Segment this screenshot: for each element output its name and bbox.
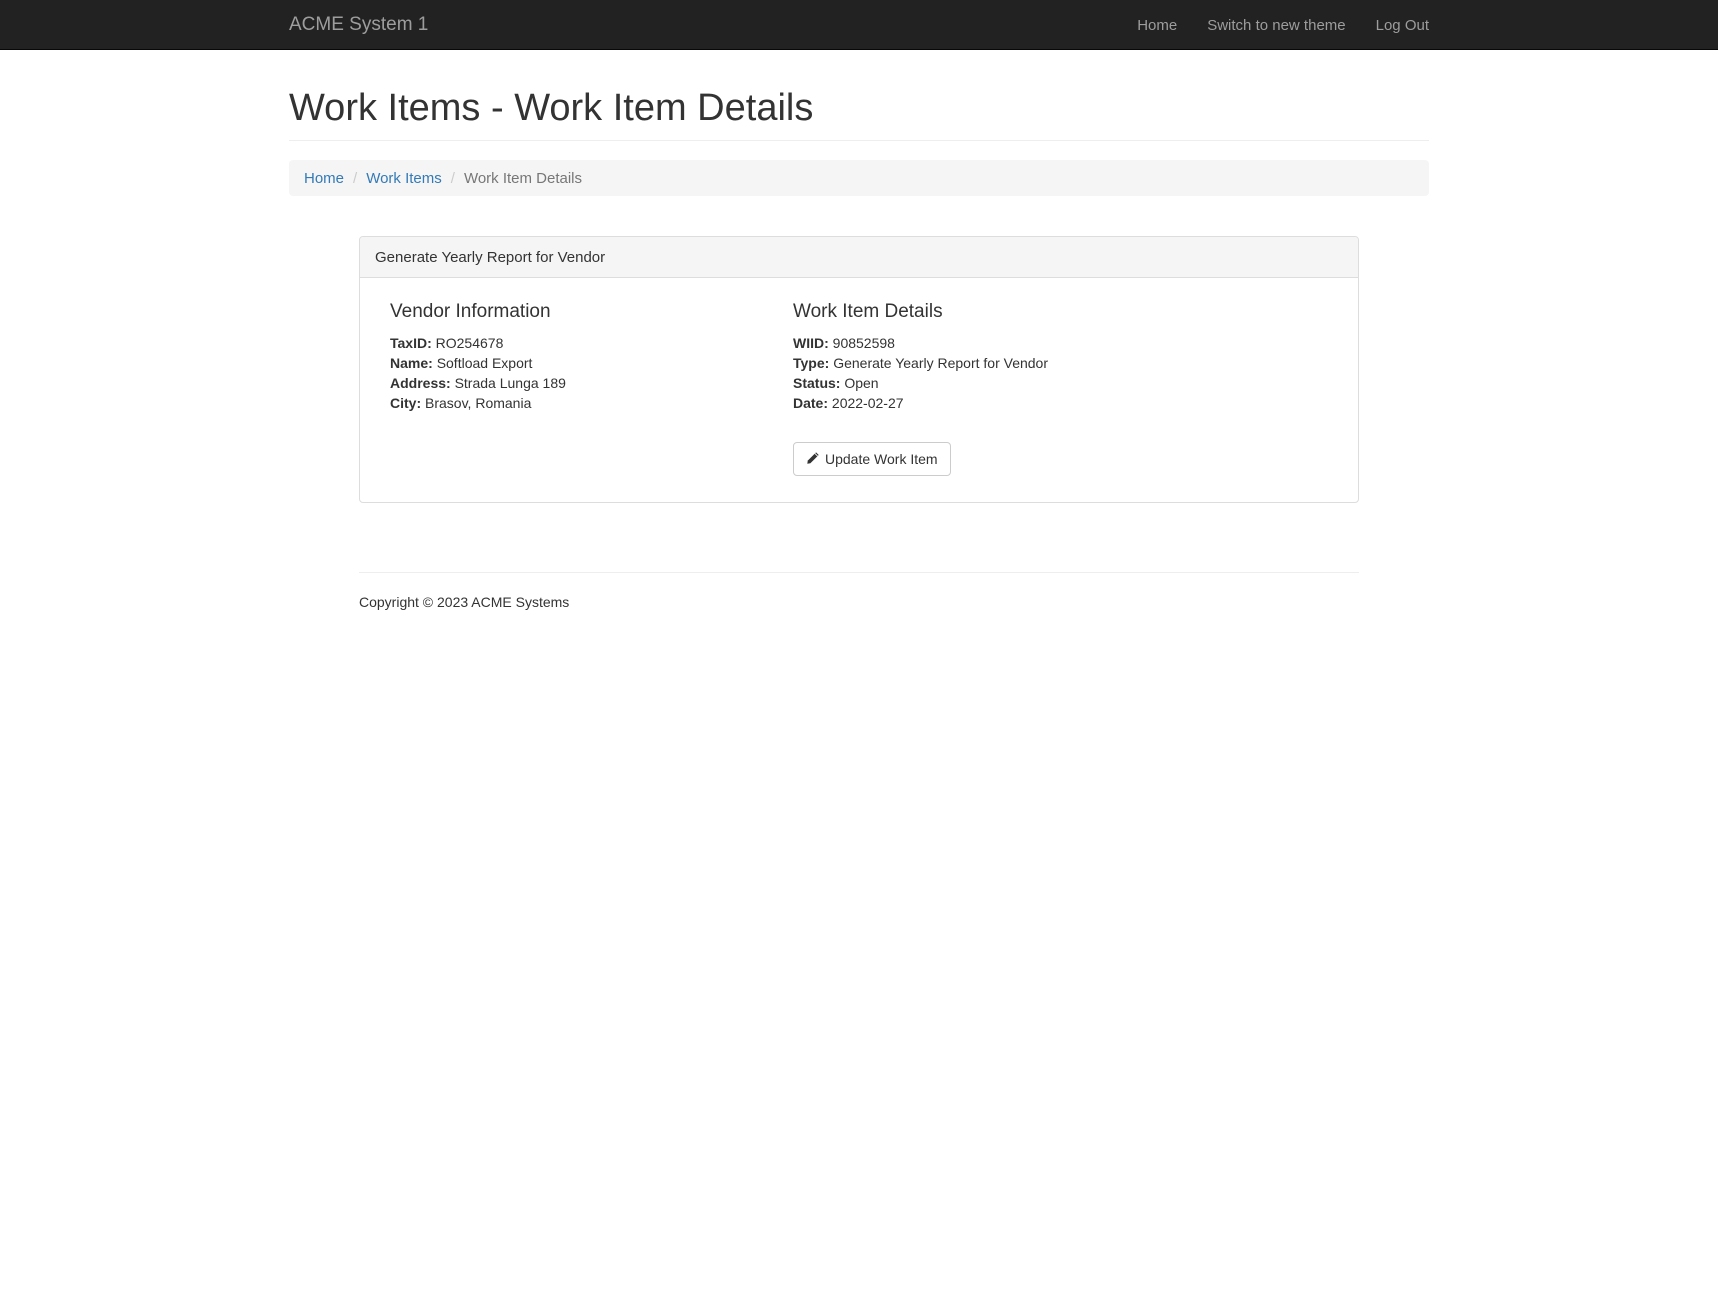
field-label: Name: (390, 355, 433, 371)
field-label: City: (390, 395, 422, 411)
vendor-address-field: Address: Strada Lunga 189 (390, 373, 770, 393)
status-field: Status: Open (793, 373, 1293, 393)
vendor-information-title: Vendor Information (390, 301, 551, 322)
field-label: Type: (793, 355, 830, 371)
field-value: 2022-02-27 (831, 395, 904, 411)
date-field: Date: 2022-02-27 (793, 393, 1293, 413)
nav-home-link[interactable]: Home (1137, 17, 1177, 34)
field-value: Softload Export (436, 355, 533, 371)
vendor-city-field: City: Brasov, Romania (390, 393, 770, 413)
page-header: Work Items - Work Item Details (289, 86, 1429, 141)
field-value: 90852598 (832, 335, 895, 351)
work-item-panel: Generate Yearly Report for Vendor Vendor… (359, 236, 1359, 503)
nav-switch-theme-link[interactable]: Switch to new theme (1207, 17, 1345, 34)
field-value: Generate Yearly Report for Vendor (833, 355, 1049, 371)
wiid-field: WIID: 90852598 (793, 333, 1293, 353)
field-label: TaxID: (390, 335, 432, 351)
field-value: RO254678 (435, 335, 504, 351)
vendor-name-field: Name: Softload Export (390, 353, 770, 373)
vendor-information-section: Vendor Information TaxID: RO254678 Name:… (390, 301, 770, 413)
breadcrumb-work-items-link[interactable]: Work Items (366, 170, 442, 187)
field-value: Brasov, Romania (425, 395, 532, 411)
footer-copyright: Copyright © 2023 ACME Systems (359, 594, 570, 610)
work-item-details-title: Work Item Details (793, 301, 943, 322)
top-navbar: ACME System 1 Home Switch to new theme L… (0, 0, 1718, 50)
work-item-details-section: Work Item Details WIID: 90852598 Type: G… (793, 301, 1293, 413)
breadcrumb-home-link[interactable]: Home (304, 170, 344, 187)
breadcrumb: Home / Work Items / Work Item Details (289, 160, 1429, 196)
vendor-taxid-field: TaxID: RO254678 (390, 333, 770, 353)
nav-logout-link[interactable]: Log Out (1376, 17, 1429, 34)
type-field: Type: Generate Yearly Report for Vendor (793, 353, 1293, 373)
field-label: WIID: (793, 335, 829, 351)
update-work-item-button[interactable]: Update Work Item (793, 442, 951, 476)
field-label: Address: (390, 375, 451, 391)
footer-divider (359, 572, 1359, 573)
panel-heading: Generate Yearly Report for Vendor (360, 237, 1358, 278)
field-value: Open (844, 375, 879, 391)
field-value: Strada Lunga 189 (454, 375, 566, 391)
pencil-icon (806, 451, 820, 468)
field-label: Date: (793, 395, 829, 411)
breadcrumb-separator: / (450, 169, 455, 187)
field-label: Status: (793, 375, 841, 391)
page-title: Work Items - Work Item Details (289, 87, 814, 129)
brand-link[interactable]: ACME System 1 (289, 14, 428, 36)
breadcrumb-current: Work Item Details (463, 169, 583, 187)
navbar-links: Home Switch to new theme Log Out (1137, 0, 1429, 50)
update-work-item-label: Update Work Item (825, 451, 938, 467)
breadcrumb-separator: / (353, 169, 358, 187)
